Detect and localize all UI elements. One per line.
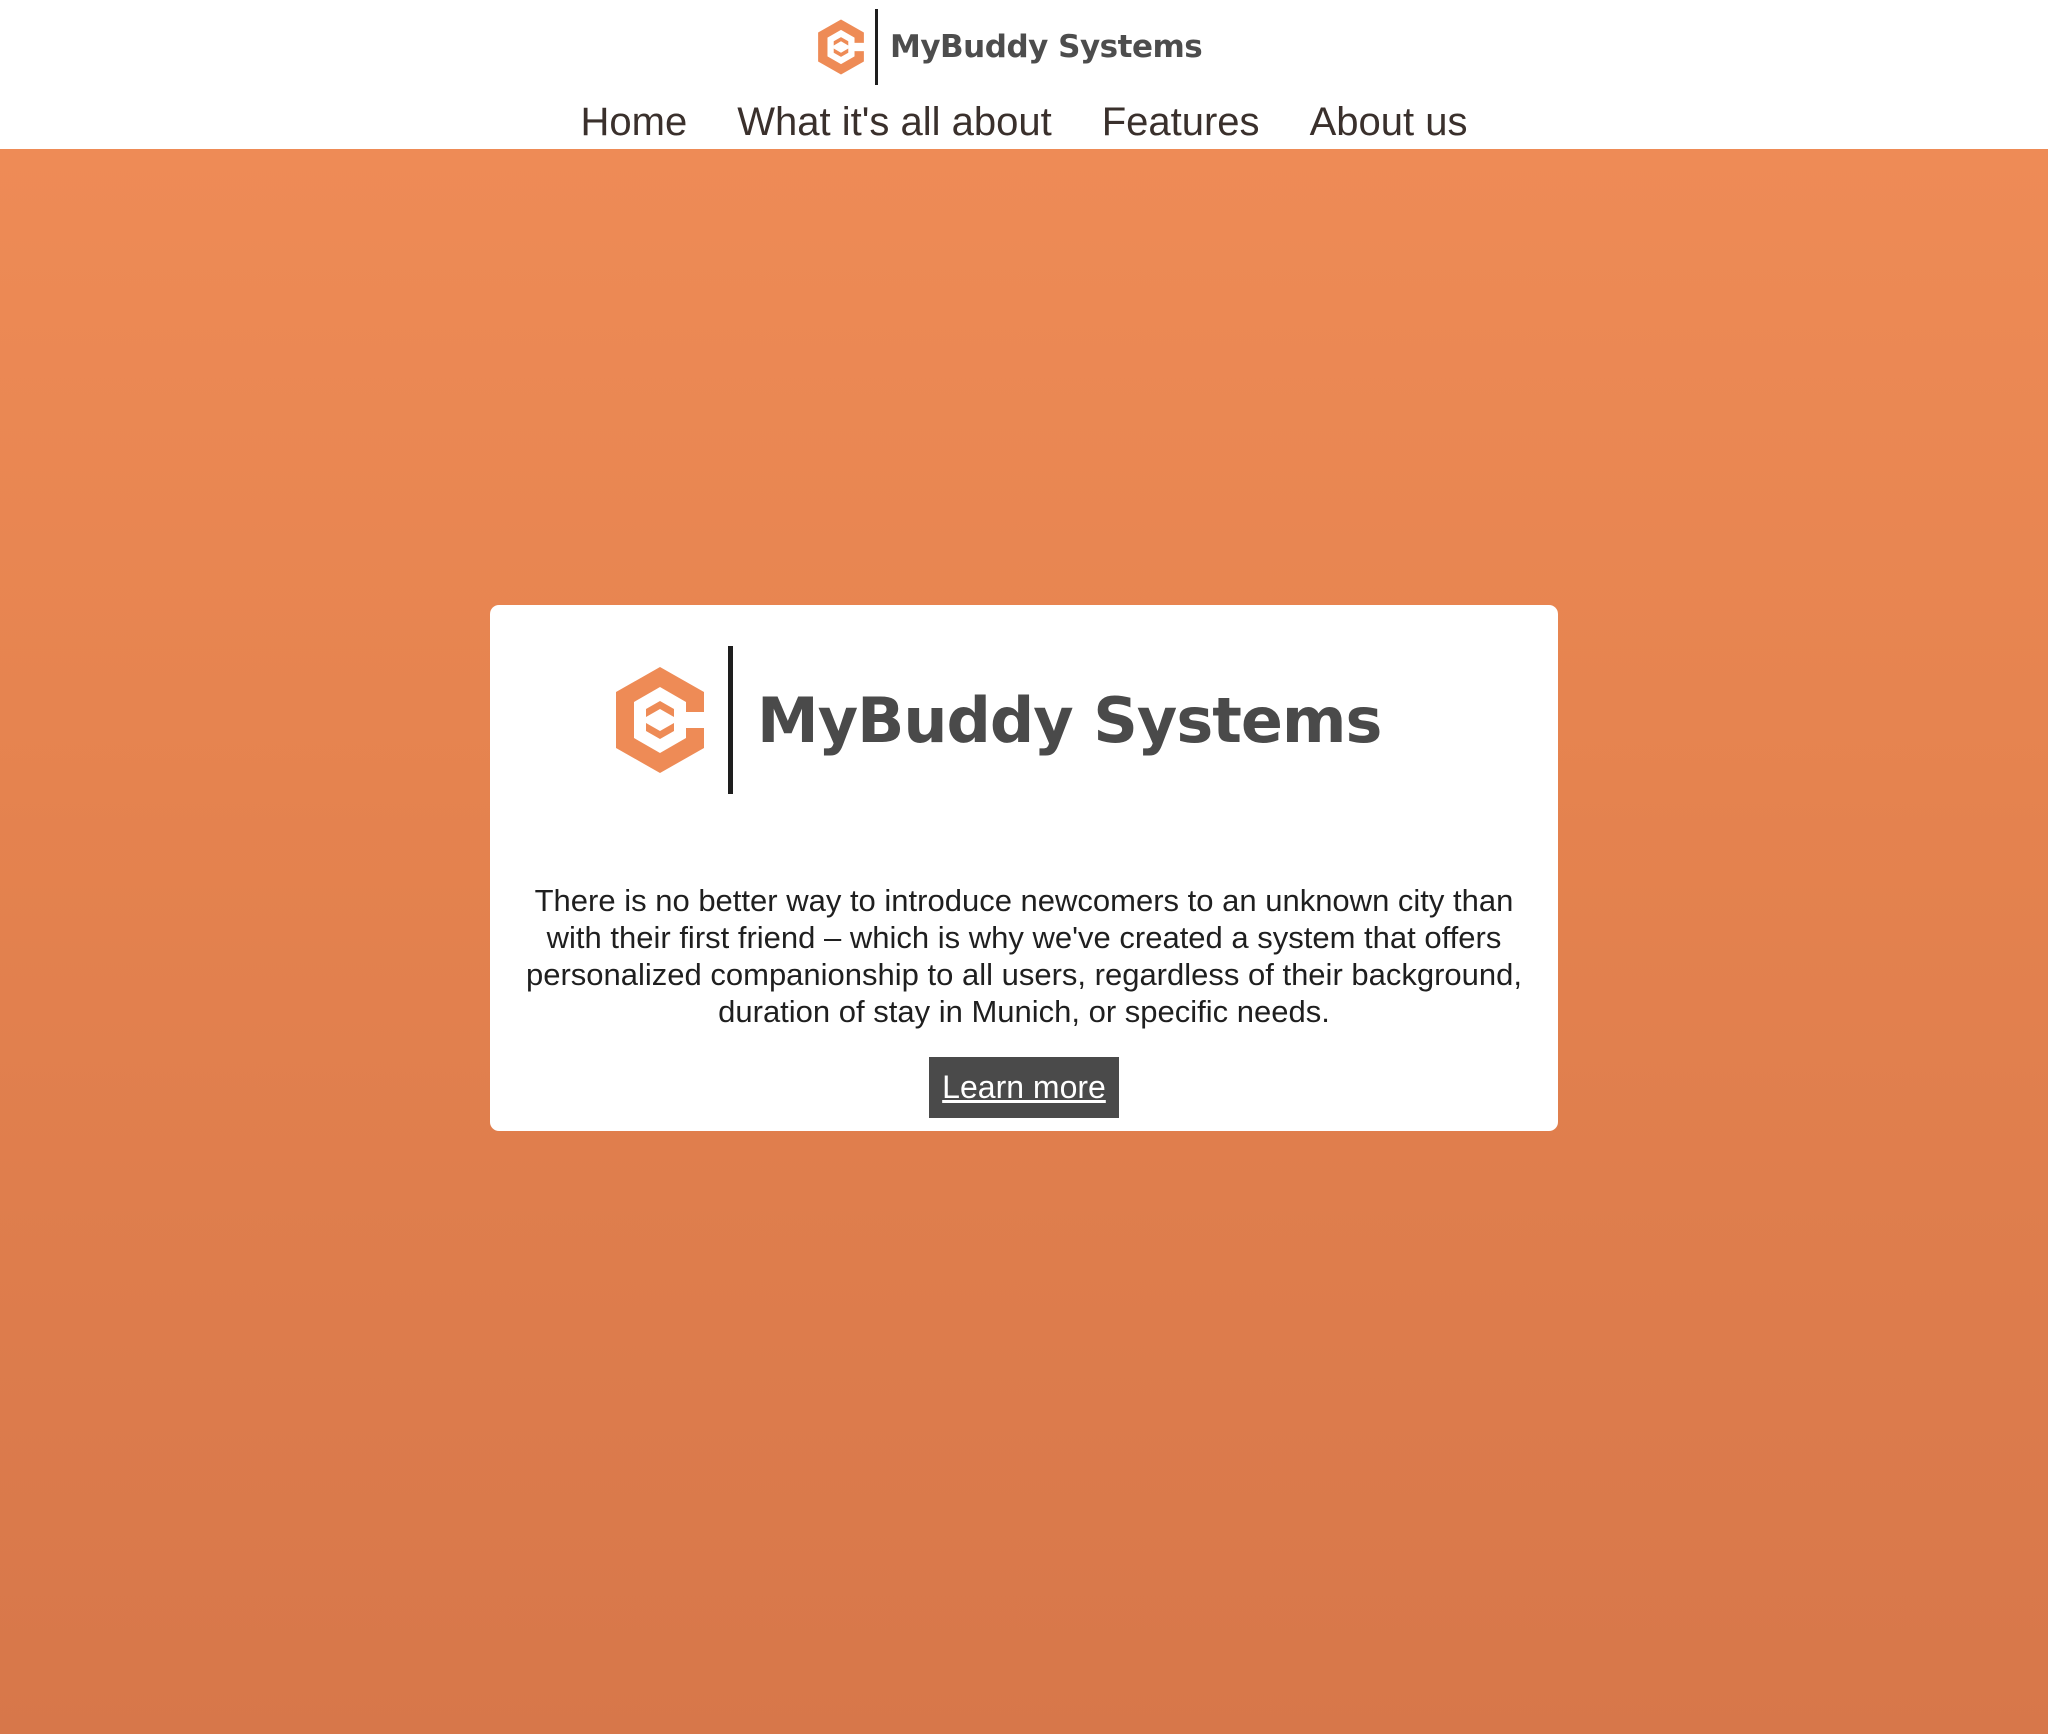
card-logo: MyBuddy Systems (610, 645, 1410, 795)
site-header: MyBuddy Systems Home What it's all about… (0, 0, 2048, 149)
nav-item-home[interactable]: Home (581, 96, 688, 148)
intro-description: There is no better way to introduce newc… (525, 883, 1522, 1029)
logo-divider (875, 9, 878, 85)
main-nav: Home What it's all about Features About … (0, 96, 2048, 148)
card-brand-name: MyBuddy Systems (757, 683, 1382, 757)
intro-card: MyBuddy Systems There is no better way t… (490, 605, 1558, 1131)
logo-divider (728, 646, 733, 794)
hexagon-c-logo-icon (616, 667, 710, 773)
nav-item-what-its-all-about[interactable]: What it's all about (737, 96, 1051, 148)
nav-item-about-us[interactable]: About us (1310, 96, 1468, 148)
header-brand-name: MyBuddy Systems (890, 29, 1203, 65)
learn-more-button[interactable]: Learn more (929, 1057, 1119, 1118)
hexagon-c-logo-icon (818, 19, 867, 75)
nav-item-features[interactable]: Features (1102, 96, 1260, 148)
header-logo[interactable]: MyBuddy Systems (815, 8, 1205, 86)
hero-section: MyBuddy Systems There is no better way t… (0, 149, 2048, 1734)
